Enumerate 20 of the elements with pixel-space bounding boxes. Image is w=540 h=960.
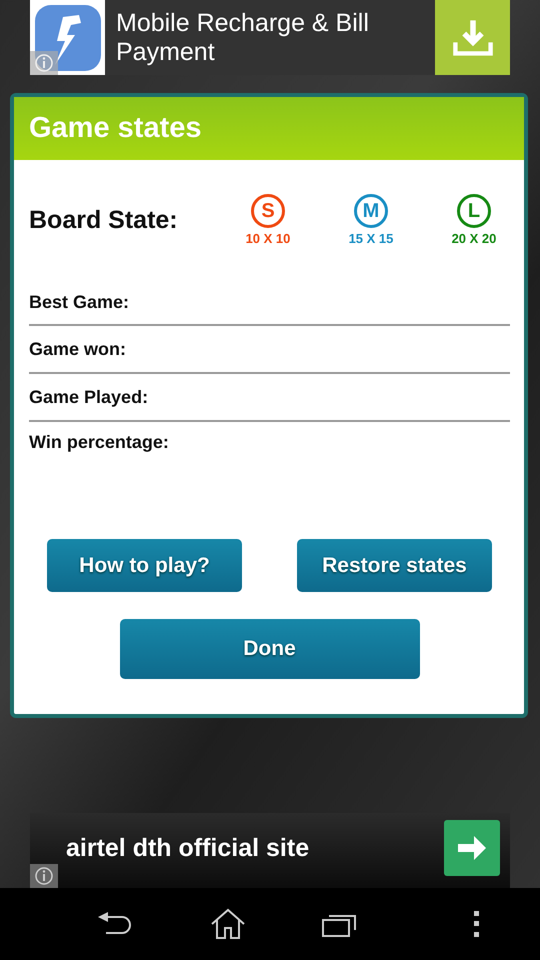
ad-title: airtel dth official site (66, 834, 310, 863)
overflow-menu-icon[interactable] (474, 911, 480, 937)
stat-label: Game Played: (29, 386, 148, 408)
board-state-label: Board State: (29, 206, 179, 234)
dialog-title: Game states (14, 97, 524, 160)
done-button[interactable]: Done (120, 619, 420, 679)
stat-label: Game won: (29, 338, 126, 360)
stat-label: Best Game: (29, 292, 130, 312)
back-icon[interactable] (98, 911, 134, 937)
dialog-button[interactable]: How to play? (47, 539, 242, 592)
home-icon[interactable] (210, 908, 246, 940)
board-size-option[interactable]: L 20 X 20 (438, 194, 510, 246)
arrow-right-icon[interactable] (444, 820, 500, 876)
ad-title: Mobile Recharge & Bill Payment (115, 8, 370, 66)
ad-banner[interactable]: airtel dth official site (30, 813, 510, 888)
info-icon[interactable] (30, 864, 58, 888)
board-size-option[interactable]: S 10 X 10 (232, 194, 304, 246)
board-size-option[interactable]: M 15 X 15 (335, 194, 407, 246)
stat-label: Win percentage: (29, 432, 169, 452)
dialog-button[interactable]: Restore states (297, 539, 492, 592)
